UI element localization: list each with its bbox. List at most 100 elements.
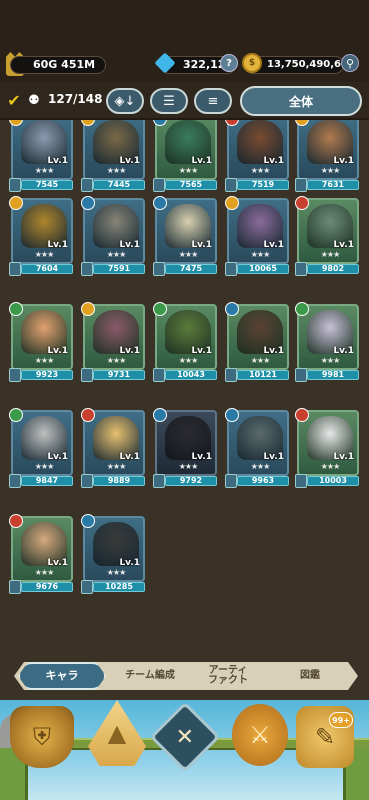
card-level: Lv.1 (47, 240, 68, 250)
power-value: 7565 (165, 180, 217, 190)
star-rating-icon: ★★★ (178, 166, 199, 175)
character-card[interactable]: Lv.1 ★★★ 7591 (81, 196, 145, 278)
star-rating-icon: ★★★ (178, 356, 199, 365)
search-icon[interactable]: ⚲ (341, 54, 359, 72)
filter-button[interactable]: ☰ (150, 88, 188, 114)
class-icon (295, 474, 307, 488)
character-card[interactable]: Lv.1 ★★★ 10003 (295, 408, 359, 490)
card-level: Lv.1 (119, 452, 140, 462)
power-value: 7591 (93, 264, 145, 274)
sword-icon: ⚔ (249, 721, 271, 749)
card-level: Lv.1 (119, 156, 140, 166)
list-toggle-button[interactable]: ≡ (194, 88, 232, 114)
card-level: Lv.1 (333, 240, 354, 250)
character-card[interactable]: Lv.1 ★★★ 7545 (9, 120, 73, 194)
power-value: 9963 (237, 476, 289, 486)
character-card[interactable]: Lv.1 ★★★ 9963 (225, 408, 289, 490)
tab-team[interactable]: チーム編成 (110, 662, 190, 690)
class-icon (225, 368, 237, 382)
character-card[interactable]: Lv.1 ★★★ 10065 (225, 196, 289, 278)
class-icon (9, 178, 21, 192)
class-icon (153, 178, 165, 192)
star-rating-icon: ★★★ (106, 356, 127, 365)
character-card[interactable]: Lv.1 ★★★ 10121 (225, 302, 289, 384)
attribute-icon (81, 302, 95, 316)
card-level: Lv.1 (191, 240, 212, 250)
character-card[interactable]: Lv.1 ★★★ 9792 (153, 408, 217, 490)
star-rating-icon: ★★★ (320, 462, 341, 471)
attribute-icon (9, 408, 23, 422)
character-card[interactable]: Lv.1 ★★★ 9676 (9, 514, 73, 596)
nav-character-button[interactable]: ⛨ (10, 706, 74, 768)
class-icon (295, 262, 307, 276)
card-level: Lv.1 (333, 346, 354, 356)
attribute-icon (9, 196, 23, 210)
power-value: 9847 (21, 476, 73, 486)
power-value: 9923 (21, 370, 73, 380)
gold-amount: 60G 451M (10, 56, 106, 74)
help-icon[interactable]: ? (220, 54, 238, 72)
character-card[interactable]: Lv.1 ★★★ 9847 (9, 408, 73, 490)
power-value: 9676 (21, 582, 73, 592)
card-level: Lv.1 (263, 156, 284, 166)
star-rating-icon: ★★★ (320, 166, 341, 175)
star-rating-icon: ★★★ (34, 250, 55, 259)
check-icon[interactable]: ✔ (6, 91, 22, 110)
card-frame: Lv.1 ★★★ (11, 120, 73, 180)
card-level: Lv.1 (191, 156, 212, 166)
attribute-icon (295, 302, 309, 316)
star-rating-icon: ★★★ (34, 568, 55, 577)
attribute-icon (9, 302, 23, 316)
power-value: 9981 (307, 370, 359, 380)
class-icon (9, 474, 21, 488)
star-rating-icon: ★★★ (250, 250, 271, 259)
star-rating-icon: ★★★ (250, 166, 271, 175)
character-card[interactable]: Lv.1 ★★★ 10285 (81, 514, 145, 596)
character-card[interactable]: Lv.1 ★★★ 7604 (9, 196, 73, 278)
group-icon: ⚉ (28, 92, 40, 108)
card-level: Lv.1 (119, 558, 140, 568)
class-icon (225, 474, 237, 488)
character-card[interactable]: Lv.1 ★★★ 7565 (153, 120, 217, 194)
nav-equipment-button[interactable]: ⚔ (232, 704, 288, 766)
card-level: Lv.1 (263, 240, 284, 250)
class-icon (81, 178, 93, 192)
character-card[interactable]: Lv.1 ★★★ 10043 (153, 302, 217, 384)
sort-button[interactable]: ◈↓ (106, 88, 144, 114)
character-card[interactable]: Lv.1 ★★★ 7631 (295, 120, 359, 194)
tab-artifact[interactable]: アーティ ファクト (196, 662, 260, 690)
power-value: 7631 (307, 180, 359, 190)
all-filter-button[interactable]: 全体 (240, 86, 362, 116)
card-level: Lv.1 (47, 346, 68, 356)
helmet-icon: ⛨ (33, 723, 51, 751)
character-card[interactable]: Lv.1 ★★★ 7445 (81, 120, 145, 194)
character-card[interactable]: Lv.1 ★★★ 9731 (81, 302, 145, 384)
character-card[interactable]: Lv.1 ★★★ 9923 (9, 302, 73, 384)
attribute-icon (225, 196, 239, 210)
character-card[interactable]: Lv.1 ★★★ 9802 (295, 196, 359, 278)
attribute-icon (153, 302, 167, 316)
card-level: Lv.1 (191, 452, 212, 462)
tab-book[interactable]: 図鑑 (270, 662, 350, 690)
scroll-icon: ✎ (314, 723, 336, 751)
power-value: 10065 (237, 264, 289, 274)
class-icon (9, 262, 21, 276)
power-value: 9802 (307, 264, 359, 274)
class-icon (153, 262, 165, 276)
card-level: Lv.1 (333, 156, 354, 166)
character-card[interactable]: Lv.1 ★★★ 9889 (81, 408, 145, 490)
power-value: 7545 (21, 180, 73, 190)
character-card[interactable]: Lv.1 ★★★ 9981 (295, 302, 359, 384)
owned-count: 127/148 (48, 92, 103, 106)
class-icon (9, 580, 21, 594)
filter-icon: ☰ (163, 93, 175, 109)
character-card[interactable]: Lv.1 ★★★ 7475 (153, 196, 217, 278)
power-value: 10003 (307, 476, 359, 486)
card-frame: Lv.1 ★★★ (155, 120, 217, 180)
power-value: 7519 (237, 180, 289, 190)
tab-chara[interactable]: キャラ (18, 662, 106, 690)
power-value: 10043 (165, 370, 217, 380)
character-card[interactable]: Lv.1 ★★★ 7519 (225, 120, 289, 194)
star-rating-icon: ★★★ (178, 462, 199, 471)
class-icon (295, 368, 307, 382)
